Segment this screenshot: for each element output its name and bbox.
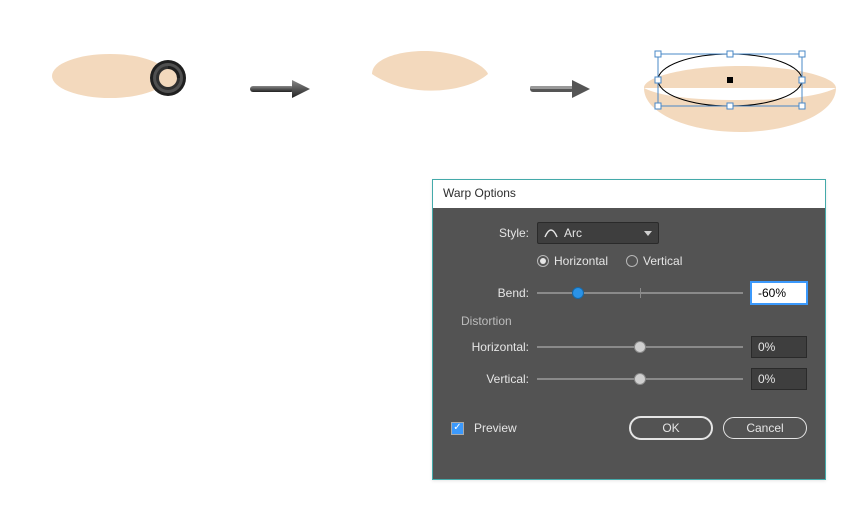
slider-thumb-icon [634,341,646,353]
distortion-h-value-input[interactable]: 0% [751,336,807,358]
orientation-horizontal-radio[interactable]: Horizontal [537,254,608,268]
step3-artwork [640,36,840,146]
preview-label: Preview [474,421,517,435]
chevron-down-icon [644,231,652,236]
cancel-button[interactable]: Cancel [723,417,807,439]
orientation-vertical-radio[interactable]: Vertical [626,254,682,268]
slider-thumb-icon [572,287,584,299]
distortion-h-label: Horizontal: [451,340,529,354]
distortion-v-label: Vertical: [451,372,529,386]
style-label: Style: [451,226,529,240]
bend-value-input[interactable]: -60% [751,282,807,304]
ok-button[interactable]: OK [629,416,713,440]
arc-style-icon [544,227,558,239]
arrow-icon [250,78,312,100]
distortion-v-slider[interactable] [537,372,743,386]
radio-dot-icon [537,255,549,267]
warp-options-dialog: Warp Options Style: Arc Horizontal [432,179,826,480]
preview-checkbox[interactable] [451,422,464,435]
step1-artwork [50,40,210,120]
distortion-h-slider[interactable] [537,340,743,354]
slider-thumb-icon [634,373,646,385]
step2-artwork [370,44,490,104]
dialog-title: Warp Options [433,180,825,208]
dialog-body: Style: Arc Horizontal Ve [433,208,825,479]
bend-slider[interactable] [537,286,743,300]
illustration-strip [0,0,850,150]
distortion-v-value-input[interactable]: 0% [751,368,807,390]
radio-dot-icon [626,255,638,267]
orientation-horizontal-label: Horizontal [554,254,608,268]
bend-label: Bend: [451,286,529,300]
style-value: Arc [564,226,582,240]
arrow-icon [530,78,592,100]
distortion-section-label: Distortion [461,314,807,328]
style-select[interactable]: Arc [537,222,659,244]
orientation-vertical-label: Vertical [643,254,682,268]
